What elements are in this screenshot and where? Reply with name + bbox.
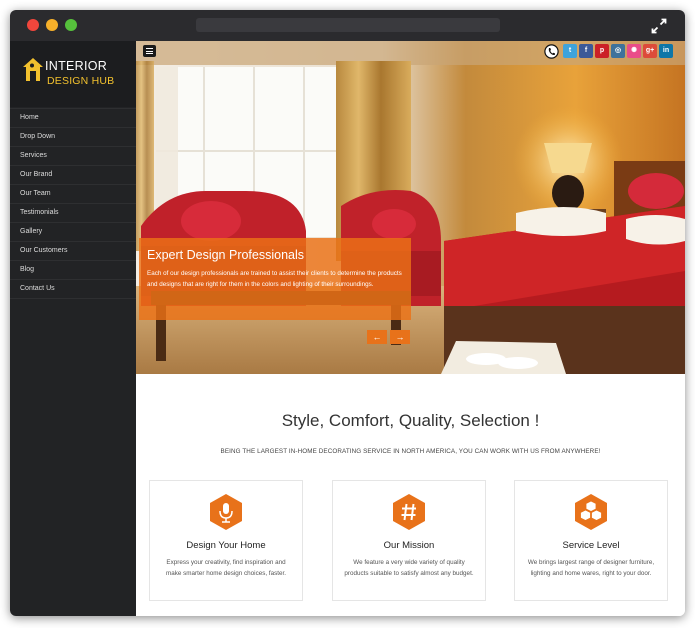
bedroom-photo bbox=[136, 41, 685, 374]
logo-text-line1: INTERIOR bbox=[45, 59, 108, 73]
feature-card-design-your-home: Design Your Home Express your creativity… bbox=[149, 480, 303, 601]
slider-prev-button[interactable]: ← bbox=[367, 330, 387, 344]
facebook-icon[interactable]: f bbox=[579, 44, 593, 58]
feature-card-service-level: Service Level We brings largest range of… bbox=[514, 480, 668, 601]
feature-card-title: Our Mission bbox=[383, 540, 435, 551]
slide-caption-title: Expert Design Professionals bbox=[147, 248, 305, 262]
arrow-right-icon: → bbox=[395, 332, 405, 342]
minimize-window-button[interactable] bbox=[46, 19, 58, 31]
fullscreen-icon[interactable] bbox=[651, 18, 667, 34]
hero-slider: t f p ◎ ✺ g+ in Expert Design Profession… bbox=[136, 41, 685, 374]
linkedin-icon[interactable]: in bbox=[659, 44, 673, 58]
hashtag-icon bbox=[393, 494, 425, 530]
maximize-window-button[interactable] bbox=[65, 19, 77, 31]
sidebar-item-home[interactable]: Home bbox=[10, 108, 136, 128]
sidebar-item-our-team[interactable]: Our Team bbox=[10, 185, 136, 204]
dribbble-icon[interactable]: ✺ bbox=[627, 44, 641, 58]
cubes-icon bbox=[575, 494, 607, 530]
microphone-icon bbox=[210, 494, 242, 530]
feature-card-description: Express your creativity, find inspiratio… bbox=[165, 559, 287, 577]
feature-card-description: We feature a very wide variety of qualit… bbox=[344, 559, 474, 577]
instagram-icon[interactable]: ◎ bbox=[611, 44, 625, 58]
feature-card-description: We brings largest range of designer furn… bbox=[527, 559, 655, 577]
feature-card-title: Design Your Home bbox=[186, 540, 266, 551]
google-plus-icon[interactable]: g+ bbox=[643, 44, 657, 58]
main-content: t f p ◎ ✺ g+ in Expert Design Profession… bbox=[136, 41, 685, 616]
sidebar-item-testimonials[interactable]: Testimonials bbox=[10, 204, 136, 223]
section-subheadline: BEING THE LARGEST IN-HOME DECORATING SER… bbox=[220, 448, 601, 455]
menu-toggle-button[interactable] bbox=[143, 45, 156, 57]
sidebar-item-our-brand[interactable]: Our Brand bbox=[10, 166, 136, 185]
title-bar bbox=[10, 10, 685, 41]
close-window-button[interactable] bbox=[27, 19, 39, 31]
sidebar: INTERIOR DESIGN HUB Home Drop Down Servi… bbox=[10, 41, 136, 616]
feature-card-title: Service Level bbox=[562, 540, 620, 551]
sidebar-item-gallery[interactable]: Gallery bbox=[10, 223, 136, 242]
feature-card-our-mission: Our Mission We feature a very wide varie… bbox=[332, 480, 486, 601]
sidebar-item-blog[interactable]: Blog bbox=[10, 261, 136, 280]
sidebar-item-services[interactable]: Services bbox=[10, 147, 136, 166]
slide-caption: Expert Design Professionals Each of our … bbox=[139, 238, 411, 320]
sidebar-item-contact-us[interactable]: Contact Us bbox=[10, 280, 136, 299]
house-logo-icon bbox=[23, 58, 43, 81]
site-logo[interactable]: INTERIOR DESIGN HUB bbox=[10, 41, 136, 107]
section-headline: Style, Comfort, Quality, Selection ! bbox=[281, 411, 540, 430]
slide-caption-text: Each of our design professionals are tra… bbox=[147, 270, 402, 288]
logo-text-line2: DESIGN HUB bbox=[47, 75, 115, 87]
slider-next-button[interactable]: → bbox=[390, 330, 410, 344]
sidebar-menu: Home Drop Down Services Our Brand Our Te… bbox=[10, 108, 136, 299]
twitter-icon[interactable]: t bbox=[563, 44, 577, 58]
address-bar[interactable] bbox=[196, 18, 500, 32]
pinterest-icon[interactable]: p bbox=[595, 44, 609, 58]
sidebar-item-our-customers[interactable]: Our Customers bbox=[10, 242, 136, 261]
phone-icon[interactable] bbox=[544, 44, 559, 59]
arrow-left-icon: ← bbox=[372, 332, 382, 342]
browser-window: INTERIOR DESIGN HUB Home Drop Down Servi… bbox=[10, 10, 685, 616]
sidebar-item-drop-down[interactable]: Drop Down bbox=[10, 128, 136, 147]
